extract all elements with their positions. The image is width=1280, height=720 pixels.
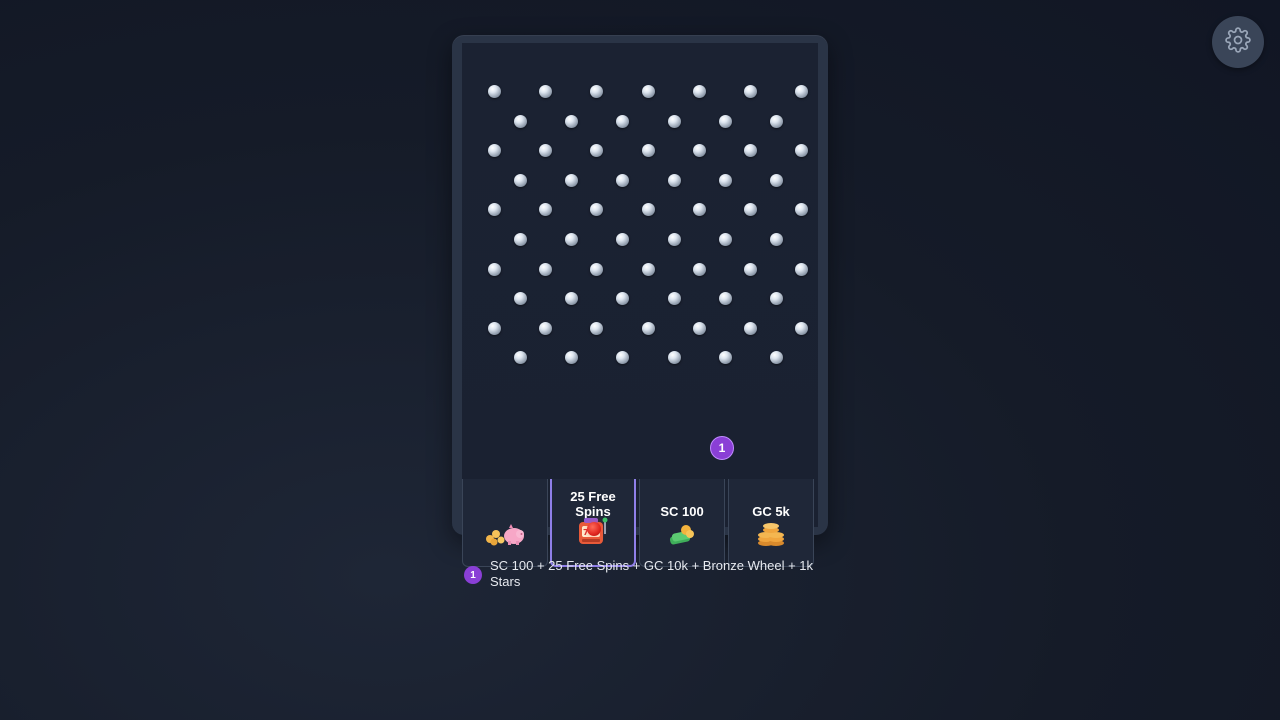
peg [744,144,757,158]
peg [488,321,501,335]
peg [770,233,783,246]
legend-text: SC 100 + 25 Free Spins + GC 10k + Bronze… [490,558,814,589]
peg [795,144,809,158]
peg [539,203,553,217]
peg [565,233,579,246]
peg [795,321,809,335]
peg [795,85,809,98]
legend-number: 1 [464,566,482,584]
peg [514,233,527,246]
peg [667,351,681,365]
peg [488,85,501,98]
prize-slot-1 [462,479,548,567]
peg [641,203,655,217]
plinko-board: 25 Free Spins 777 SC 100 [452,35,828,567]
peg [692,203,706,217]
peg [795,203,809,217]
peg [718,173,732,187]
coin-stack-icon [756,519,786,552]
peg [667,114,681,128]
peg [770,351,783,365]
peg [616,292,630,306]
peg [514,114,527,128]
peg [744,262,757,276]
peg [744,321,757,335]
cash-stack-icon [667,523,697,552]
peg-field [462,43,818,527]
peg [718,114,732,128]
prize-badge: 1 [710,436,734,460]
peg [667,173,681,187]
peg [641,321,655,335]
peg [488,144,501,158]
slot-label: GC 5k [752,504,790,519]
peg [590,85,604,98]
peg [565,114,579,128]
peg [616,173,630,187]
peg [616,114,630,128]
peg [539,144,553,158]
peg [616,351,630,365]
plinko-ball [587,522,601,536]
peg [744,85,757,98]
peg [514,173,527,187]
peg [565,173,579,187]
peg [692,85,706,98]
prize-slot-4: GC 5k [728,479,814,567]
peg [539,262,553,276]
prize-slots: 25 Free Spins 777 SC 100 [462,479,818,569]
peg [795,262,809,276]
peg [770,292,783,306]
peg [718,351,732,365]
peg [539,321,553,335]
peg [718,292,732,306]
peg [641,85,655,98]
peg [488,203,501,217]
peg [641,262,655,276]
peg [565,292,579,306]
peg [590,203,604,217]
peg [667,292,681,306]
peg [565,351,579,365]
peg [488,262,501,276]
prize-legend: 1 SC 100 + 25 Free Spins + GC 10k + Bron… [464,558,824,590]
coins-piggy-icon [484,521,526,552]
peg [590,321,604,335]
peg [692,144,706,158]
peg [590,144,604,158]
peg [744,203,757,217]
peg [616,233,630,246]
peg [692,321,706,335]
peg [590,262,604,276]
prize-slot-3: SC 100 [639,479,725,567]
peg [770,114,783,128]
slot-label: 25 Free Spins [570,489,616,519]
peg [692,262,706,276]
peg [718,233,732,246]
slot-label: SC 100 [660,504,704,519]
peg [514,292,527,306]
settings-button[interactable] [1212,16,1264,68]
peg [539,85,553,98]
peg [667,233,681,246]
peg [514,351,527,365]
gear-icon [1225,26,1251,58]
peg [770,173,783,187]
peg [641,144,655,158]
